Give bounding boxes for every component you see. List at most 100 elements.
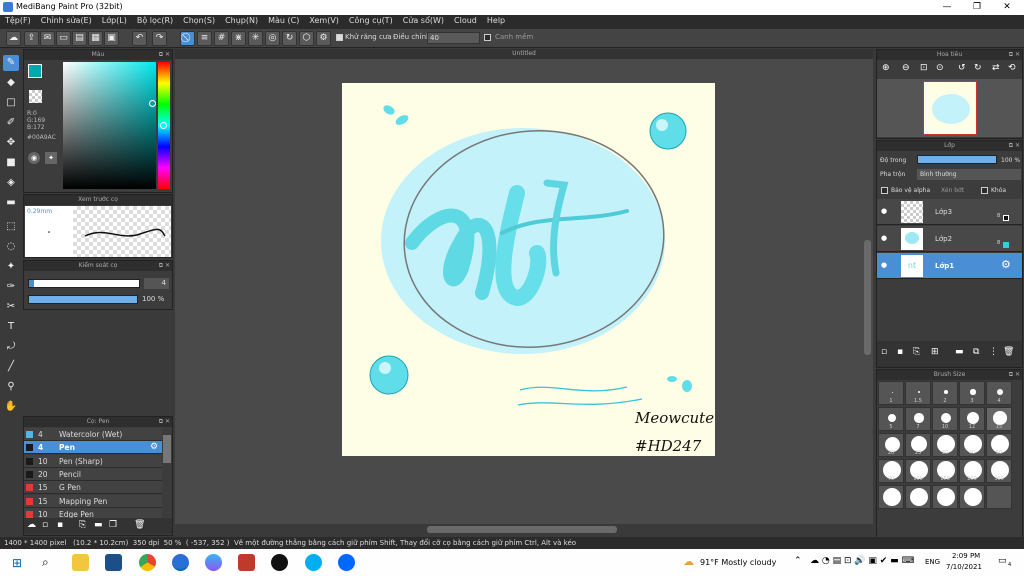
- brush-size-cell[interactable]: 15: [986, 407, 1012, 431]
- frame-icon[interactable]: ▣: [104, 31, 119, 46]
- hand-tool-icon[interactable]: ✋: [3, 399, 19, 415]
- clock-time[interactable]: 2:09 PM: [952, 552, 980, 560]
- brush-size-cell[interactable]: 20: [878, 433, 904, 457]
- opacity-slider[interactable]: [28, 295, 138, 304]
- share-icon[interactable]: ⇪: [24, 31, 39, 46]
- saturation-value-picker[interactable]: [63, 62, 156, 189]
- lock-checkbox[interactable]: [981, 187, 988, 194]
- hue-slider[interactable]: [158, 62, 170, 189]
- menu-edit[interactable]: Chỉnh sửa(E): [36, 15, 97, 26]
- snap-curve-icon[interactable]: ↻: [282, 31, 297, 46]
- panel-close-icon[interactable]: ⧉ ✕: [1009, 141, 1020, 151]
- brush-list-item[interactable]: 4 Pen ⚙: [24, 441, 162, 455]
- eraser-tool-icon[interactable]: ◆: [3, 75, 19, 91]
- medibang-icon[interactable]: [172, 554, 189, 571]
- language-indicator[interactable]: ENG: [925, 558, 940, 566]
- undo-icon[interactable]: ↶: [132, 31, 147, 46]
- brush-size-cell[interactable]: [905, 485, 931, 509]
- add-layer-menu-icon[interactable]: ⊞: [931, 347, 939, 357]
- shopee-icon[interactable]: [238, 554, 255, 571]
- fill-shape-icon[interactable]: ■: [3, 155, 19, 171]
- layer-more-icon[interactable]: ⋮: [989, 347, 998, 357]
- eye-icon[interactable]: ●: [881, 207, 887, 215]
- brush-size-cell[interactable]: 100: [905, 459, 931, 483]
- maximize-button[interactable]: ❐: [962, 0, 992, 15]
- minimize-button[interactable]: —: [932, 0, 962, 15]
- menu-file[interactable]: Tệp(F): [0, 15, 36, 26]
- menu-tools[interactable]: Công cụ(T): [344, 15, 398, 26]
- notification-icon[interactable]: ▭: [998, 556, 1007, 566]
- palette-icon[interactable]: ◉: [28, 152, 40, 164]
- brush-size-cell[interactable]: 25: [905, 433, 931, 457]
- file-explorer-icon[interactable]: [72, 554, 89, 571]
- grid-icon[interactable]: ▦: [88, 31, 103, 46]
- brush-size-cell[interactable]: 12: [959, 407, 985, 431]
- divide-tool-icon[interactable]: ╱: [3, 359, 19, 375]
- panel-close-icon[interactable]: ⧉ ✕: [1009, 50, 1020, 60]
- brush-size-cell[interactable]: 300: [986, 459, 1012, 483]
- layer-settings-icon[interactable]: ⚙: [1001, 258, 1011, 271]
- blend-select[interactable]: Bình thường: [917, 169, 1021, 180]
- menu-snap[interactable]: Chụp(N): [220, 15, 263, 26]
- menu-layer[interactable]: Lớp(L): [97, 15, 132, 26]
- snap-parallel-icon[interactable]: ≡: [197, 31, 212, 46]
- new-layer-icon[interactable]: ▫: [881, 347, 887, 357]
- messenger-icon[interactable]: [205, 554, 222, 571]
- menu-select[interactable]: Chọn(S): [178, 15, 220, 26]
- gradient-tool-icon[interactable]: ▬: [3, 195, 19, 211]
- layer-opacity-slider[interactable]: [917, 155, 997, 164]
- tray-icons[interactable]: ☁ ◔ ▤ ⊡ 🔊 ▣ ✔ ▬ ⌨: [810, 556, 915, 566]
- eyedropper-icon[interactable]: ⚲: [3, 379, 19, 395]
- select-rect-icon[interactable]: ⬚: [3, 219, 19, 235]
- rotate-right-icon[interactable]: ↻: [974, 63, 982, 73]
- brush-size-cell[interactable]: 150: [932, 459, 958, 483]
- fit-icon[interactable]: ⊡: [920, 63, 928, 73]
- brush-settings-icon[interactable]: ⚙: [150, 441, 158, 454]
- layer-folder-icon[interactable]: ▬: [955, 347, 964, 357]
- snap-radial-icon[interactable]: ✳: [248, 31, 263, 46]
- pen-tool-icon[interactable]: ✐: [3, 115, 19, 131]
- brush-list-item[interactable]: 10 Pen (Sharp): [24, 454, 162, 468]
- brush-size-cell[interactable]: 70: [878, 459, 904, 483]
- zoom-in-icon[interactable]: ⊕: [882, 63, 890, 73]
- menu-help[interactable]: Help: [482, 15, 510, 26]
- cloud-icon[interactable]: ☁: [6, 31, 21, 46]
- layer-row[interactable]: ● Lớp2 8: [877, 226, 1022, 252]
- message-icon[interactable]: ▭: [56, 31, 71, 46]
- snap-vanish-icon[interactable]: ⋇: [231, 31, 246, 46]
- eyedropper-small-icon[interactable]: ✦: [45, 152, 57, 164]
- brush-list-item[interactable]: 15 Mapping Pen: [24, 494, 162, 508]
- eye-icon[interactable]: ●: [881, 234, 887, 242]
- new-halftone-layer-icon[interactable]: ▪: [897, 347, 903, 357]
- brush-size-cell[interactable]: [932, 485, 958, 509]
- merge-layer-icon[interactable]: ⧉: [973, 347, 979, 357]
- text-tool-icon[interactable]: T: [3, 319, 19, 335]
- soft-snap-checkbox[interactable]: [484, 34, 491, 41]
- antialias-checkbox[interactable]: [336, 34, 343, 41]
- weather-text[interactable]: 91°F Mostly cloudy: [700, 558, 776, 567]
- tray-arrow-icon[interactable]: ⌃: [794, 556, 802, 566]
- search-icon[interactable]: ⌕: [42, 555, 49, 570]
- brush-size-cell[interactable]: [959, 485, 985, 509]
- tiktok-icon[interactable]: [271, 554, 288, 571]
- brush-list-item[interactable]: 15 G Pen: [24, 481, 162, 495]
- snap-off-icon[interactable]: ⃠: [180, 31, 195, 46]
- brush-size-cell[interactable]: 40: [959, 433, 985, 457]
- dell-icon[interactable]: [105, 554, 122, 571]
- canvas-tab[interactable]: Untitled: [175, 49, 873, 59]
- vertical-scrollbar[interactable]: [864, 240, 871, 355]
- bucket-tool-icon[interactable]: ◈: [3, 175, 19, 191]
- snap-cross-icon[interactable]: #: [214, 31, 229, 46]
- flip-icon[interactable]: ⇄: [992, 63, 1000, 73]
- chrome-icon[interactable]: [139, 554, 156, 571]
- skype-icon[interactable]: [305, 554, 322, 571]
- panel-icon[interactable]: ▤: [72, 31, 87, 46]
- panel-close-icon[interactable]: ⧉ ✕: [159, 50, 170, 60]
- copy-layer-icon[interactable]: ⎘: [913, 347, 920, 357]
- brush-size-cell[interactable]: 2: [932, 381, 958, 405]
- foreground-color[interactable]: [28, 64, 42, 78]
- actual-size-icon[interactable]: ⊙: [936, 63, 944, 73]
- brush-size-cell[interactable]: 7: [905, 407, 931, 431]
- brush-size-cell[interactable]: 3: [959, 381, 985, 405]
- brush-list-item[interactable]: 20 Pencil: [24, 467, 162, 481]
